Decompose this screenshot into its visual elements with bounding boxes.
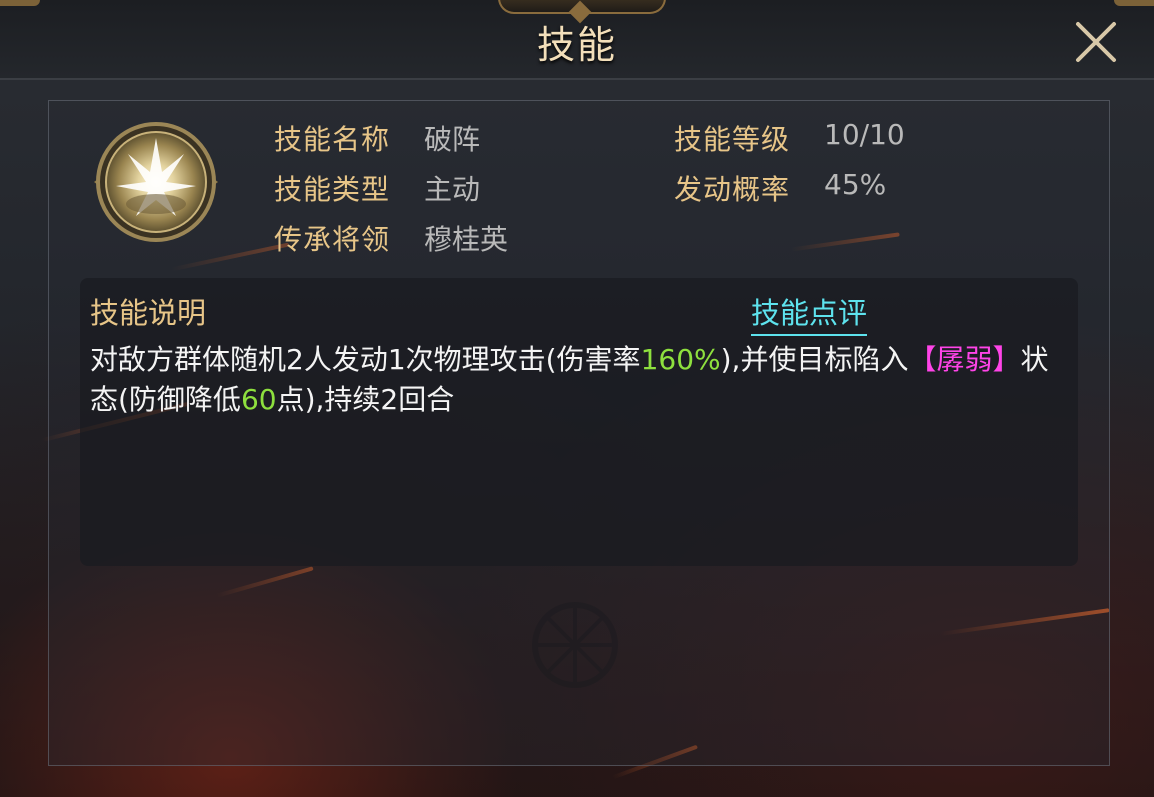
description-part4: 点),持续2回合 [276,383,455,416]
window-title: 技能 [536,23,617,67]
close-button[interactable] [1070,16,1122,68]
skill-type-row: 技能类型 [274,168,390,208]
skill-level-value: 10/10 [824,118,905,151]
trigger-chance-row: 发动概率 [674,168,790,208]
description-part2: ),并使目标陷入 [720,343,909,376]
burst-emblem-icon [94,122,218,242]
inherit-general-row: 传承将领 [274,218,390,258]
status-bracket-close: 】 [992,343,1021,376]
status-name: 孱弱 [936,343,993,376]
inherit-general-value-cell: 穆桂英 [424,218,508,258]
title-corner-ornament [0,0,40,6]
defense-down-value: 60 [240,383,277,416]
description-text: 对敌方群体随机2人发动1次物理攻击(伤害率160%),并使目标陷入【孱弱】状态(… [90,340,1050,420]
trigger-chance-value: 45% [824,168,887,201]
title-corner-ornament [1114,0,1154,6]
description-title: 技能说明 [90,296,207,330]
skill-type-label: 技能类型 [274,173,391,206]
description-box [80,278,1078,566]
skill-level-label: 技能等级 [674,123,791,156]
skill-name-row: 技能名称 [274,118,390,158]
title-ornament [498,0,666,14]
trigger-chance-label: 发动概率 [674,173,791,206]
skill-review-link[interactable]: 技能点评 [751,290,868,336]
trigger-chance-value-cell: 45% [824,168,886,201]
inherit-general-value: 穆桂英 [424,223,509,256]
skill-level-row: 技能等级 [674,118,790,158]
inherit-general-label: 传承将领 [274,223,391,256]
skill-type-value-cell: 主动 [424,168,480,208]
status-bracket-open: 【 [908,343,937,376]
description-part1: 对敌方群体随机2人发动1次物理攻击(伤害率 [90,343,641,376]
skill-name-value: 破阵 [424,123,481,156]
skill-level-value-cell: 10/10 [824,118,905,151]
skill-name-value-cell: 破阵 [424,118,480,158]
title-bar: 技能 [0,0,1154,80]
skill-type-value: 主动 [424,173,481,206]
damage-rate-value: 160% [640,343,721,376]
close-icon [1076,22,1116,62]
skill-name-label: 技能名称 [274,123,391,156]
